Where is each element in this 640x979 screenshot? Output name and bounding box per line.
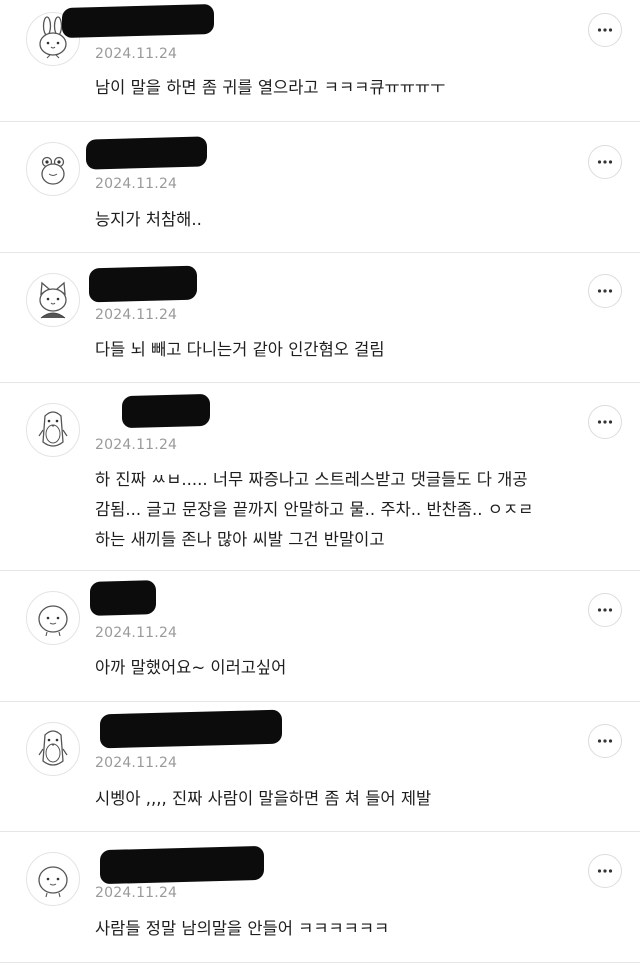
comment-date: 2024.11.24 <box>95 176 178 192</box>
comment-item: 2024.11.24 아까 말했어요~ 이러고싶어 <box>0 571 640 702</box>
comment-item: 2024.11.24 남이 말을 하면 좀 귀를 열으라고 ㅋㅋㅋ큐ㅠㅠㅠㅜ <box>0 0 640 122</box>
more-options-icon <box>597 289 613 293</box>
more-options-icon <box>597 869 613 873</box>
more-options-icon <box>597 420 613 424</box>
more-options-icon <box>597 28 613 32</box>
penguin-avatar-icon[interactable] <box>26 403 80 457</box>
more-options-icon <box>597 739 613 743</box>
comment-date: 2024.11.24 <box>95 46 178 62</box>
cat-avatar-icon[interactable] <box>26 273 80 327</box>
more-options-icon <box>597 608 613 612</box>
comment-text: 아까 말했어요~ 이러고싶어 <box>95 658 287 677</box>
comment-item: 2024.11.24 능지가 처참해.. <box>0 122 640 253</box>
comment-date: 2024.11.24 <box>95 885 178 901</box>
more-options-button[interactable] <box>588 593 622 627</box>
redacted-username <box>62 4 214 38</box>
blob-avatar-icon[interactable] <box>26 852 80 906</box>
more-options-button[interactable] <box>588 274 622 308</box>
comment-item: 2024.11.24 시벵아 ,,,, 진짜 사람이 말을하면 좀 쳐 들어 제… <box>0 702 640 832</box>
more-options-icon <box>597 160 613 164</box>
comment-text: 다들 뇌 빼고 다니는거 같아 인간혐오 걸림 <box>95 340 385 359</box>
more-options-button[interactable] <box>588 145 622 179</box>
more-options-button[interactable] <box>588 724 622 758</box>
comment-text: 능지가 처참해.. <box>95 210 202 229</box>
redacted-username <box>122 393 210 429</box>
comment-text: 남이 말을 하면 좀 귀를 열으라고 ㅋㅋㅋ큐ㅠㅠㅠㅜ <box>95 78 446 97</box>
redacted-username <box>90 580 156 616</box>
comment-text: 하 진짜 ㅆㅂ..... 너무 짜증나고 스트레스받고 댓글들도 다 개공 감됨… <box>95 470 534 549</box>
comment-text: 시벵아 ,,,, 진짜 사람이 말을하면 좀 쳐 들어 제발 <box>95 789 432 808</box>
comment-date: 2024.11.24 <box>95 625 178 641</box>
redacted-username <box>100 709 282 749</box>
more-options-button[interactable] <box>588 405 622 439</box>
comment-item: 2024.11.24 사람들 정말 남의말을 안들어 ㅋㅋㅋㅋㅋㅋ <box>0 832 640 962</box>
comment-item: 2024.11.24 다들 뇌 빼고 다니는거 같아 인간혐오 걸림 <box>0 253 640 383</box>
bottom-divider <box>0 962 640 963</box>
comment-item: 2024.11.24 하 진짜 ㅆㅂ..... 너무 짜증나고 스트레스받고 댓… <box>0 383 640 571</box>
redacted-username <box>86 136 207 170</box>
penguin-avatar-icon[interactable] <box>26 722 80 776</box>
blob-avatar-icon[interactable] <box>26 591 80 645</box>
comment-date: 2024.11.24 <box>95 307 178 323</box>
redacted-username <box>100 845 264 885</box>
more-options-button[interactable] <box>588 854 622 888</box>
comment-text: 사람들 정말 남의말을 안들어 ㅋㅋㅋㅋㅋㅋ <box>95 919 390 938</box>
comment-date: 2024.11.24 <box>95 755 178 771</box>
comment-date: 2024.11.24 <box>95 437 178 453</box>
more-options-button[interactable] <box>588 13 622 47</box>
frog-avatar-icon[interactable] <box>26 142 80 196</box>
redacted-username <box>89 265 197 303</box>
